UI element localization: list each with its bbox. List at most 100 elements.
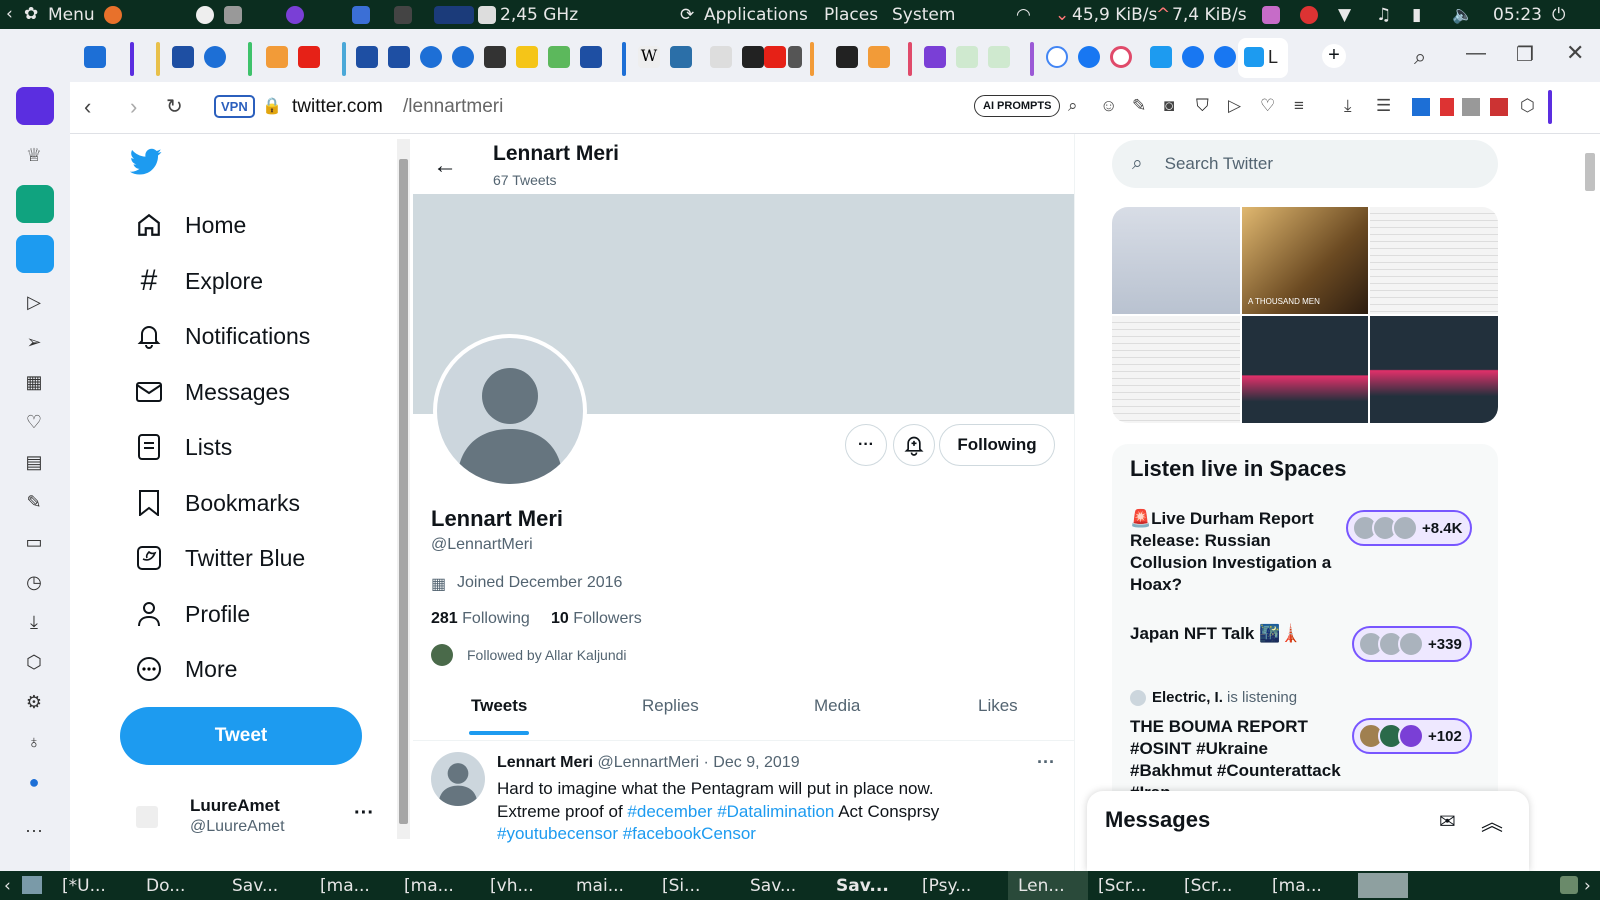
firefox-icon[interactable] bbox=[104, 6, 122, 24]
terminal-icon[interactable] bbox=[394, 6, 412, 24]
space-listeners-2[interactable]: +339 bbox=[1352, 626, 1472, 662]
new-tab-button[interactable]: + bbox=[1322, 44, 1346, 68]
tweet-button[interactable]: Tweet bbox=[120, 707, 362, 765]
tweet-more-icon[interactable]: ··· bbox=[1037, 752, 1055, 773]
profile-avatar[interactable] bbox=[433, 334, 587, 488]
taskbar-item-active[interactable]: Len... bbox=[1018, 876, 1065, 896]
twitter-logo-icon[interactable] bbox=[129, 148, 162, 181]
send-icon[interactable]: ➢ bbox=[23, 331, 45, 353]
sidebar-more-icon[interactable]: ··· bbox=[23, 819, 45, 841]
clock[interactable]: 05:23 bbox=[1493, 5, 1542, 25]
tab-favicon-8[interactable] bbox=[452, 46, 474, 68]
mail-tab-icon[interactable] bbox=[924, 46, 946, 68]
hashtag-link[interactable]: #youtubecensor bbox=[497, 824, 618, 843]
camera-icon[interactable]: ◙ bbox=[1164, 96, 1174, 116]
tab-favicon-15[interactable] bbox=[956, 46, 978, 68]
page-scrollbar[interactable] bbox=[1582, 139, 1598, 849]
account-name[interactable]: LuureAmet bbox=[190, 796, 280, 816]
archive-tab-icon[interactable] bbox=[742, 46, 764, 68]
inkscape-icon[interactable] bbox=[196, 6, 214, 24]
media-thumb-5[interactable] bbox=[1242, 316, 1368, 423]
news-icon[interactable]: ▤ bbox=[23, 451, 45, 473]
chat-bubble-icon[interactable]: ● bbox=[23, 771, 45, 793]
battery-icon[interactable]: ▮ bbox=[1412, 5, 1421, 25]
crown-icon[interactable]: ♕ bbox=[23, 144, 45, 166]
workspace-icon[interactable] bbox=[16, 87, 54, 125]
media-thumb-3[interactable] bbox=[1370, 207, 1498, 314]
account-menu-icon[interactable]: ··· bbox=[354, 802, 374, 825]
tab-favicon-17[interactable] bbox=[1110, 46, 1132, 68]
taskbar-right-arrow-icon[interactable]: › bbox=[1584, 876, 1591, 896]
easy-setup-icon[interactable]: ☰ bbox=[1376, 96, 1391, 116]
tabs-icon[interactable]: ▭ bbox=[23, 531, 45, 553]
shield-icon[interactable]: ⛉ bbox=[1196, 96, 1209, 116]
tab-favicon-12[interactable] bbox=[580, 46, 602, 68]
settings-icon[interactable]: ⚙ bbox=[23, 691, 45, 713]
back-button[interactable]: ‹ bbox=[84, 94, 91, 120]
applications-menu[interactable]: Applications bbox=[704, 5, 808, 25]
taskbar-item[interactable]: [ma... bbox=[404, 876, 454, 896]
hashtag-link[interactable]: #december bbox=[627, 802, 712, 821]
player-toggle-icon[interactable]: ≡ bbox=[1294, 96, 1304, 116]
emoji-icon[interactable]: ☺ bbox=[1100, 96, 1117, 116]
workspace-switcher[interactable] bbox=[1358, 873, 1408, 898]
heart-icon[interactable]: ♡ bbox=[23, 411, 45, 433]
listener-name[interactable]: Electric, I. bbox=[1152, 689, 1223, 706]
back-arrow-icon[interactable]: ← bbox=[433, 152, 457, 180]
tab-favicon-1[interactable] bbox=[84, 46, 106, 68]
account-avatar[interactable] bbox=[136, 806, 158, 828]
account-handle[interactable]: @LuureAmet bbox=[190, 818, 285, 836]
taskbar-item[interactable]: [Scr... bbox=[1184, 876, 1232, 896]
left-scrollbar[interactable] bbox=[397, 139, 410, 839]
hashtag-link[interactable]: #facebookCensor bbox=[623, 824, 756, 843]
nav-explore[interactable]: # Explore bbox=[135, 256, 263, 306]
tab-favicon-16[interactable] bbox=[988, 46, 1010, 68]
indicator-icon[interactable] bbox=[1262, 6, 1280, 24]
tweet-meta[interactable]: @LennartMeri · Dec 9, 2019 bbox=[597, 754, 799, 771]
twitter-tab-icon[interactable] bbox=[1150, 46, 1172, 68]
facebook-tab-icon[interactable] bbox=[1214, 46, 1236, 68]
player-icon[interactable]: ▷ bbox=[23, 291, 45, 313]
power-icon[interactable]: ⏻ bbox=[1552, 5, 1565, 25]
wikipedia-tab-icon[interactable]: W bbox=[638, 46, 660, 68]
tab-favicon-10[interactable] bbox=[516, 46, 538, 68]
profile-more-button[interactable]: ··· bbox=[845, 424, 887, 466]
speaker-tab-icon[interactable] bbox=[788, 46, 802, 68]
wifi-icon[interactable]: ◠ bbox=[1016, 5, 1031, 25]
taskbar-item[interactable]: Sav... bbox=[836, 876, 889, 896]
nav-messages[interactable]: Messages bbox=[135, 367, 290, 417]
vpn-badge[interactable]: VPN bbox=[214, 95, 255, 118]
nav-more[interactable]: More bbox=[135, 644, 237, 694]
menu-logo-icon[interactable]: ✿ bbox=[24, 4, 38, 24]
active-tab[interactable]: L bbox=[1238, 38, 1288, 78]
taskbar-item[interactable]: [ma... bbox=[1272, 876, 1322, 896]
history-icon[interactable]: ◷ bbox=[23, 571, 45, 593]
hashtag-link[interactable]: #Datalimination bbox=[717, 802, 834, 821]
taskbar-item[interactable]: [Si... bbox=[662, 876, 700, 896]
extensions-puzzle-icon[interactable] bbox=[1462, 98, 1480, 116]
taskbar-item[interactable]: [vh... bbox=[490, 876, 534, 896]
tab-search-icon[interactable]: ⌕ bbox=[1414, 44, 1426, 70]
close-window-button[interactable]: ✕ bbox=[1566, 40, 1584, 66]
notify-bell-button[interactable] bbox=[893, 424, 935, 466]
space-listeners-3[interactable]: +102 bbox=[1352, 718, 1472, 754]
search-box[interactable]: ⌕ Search Twitter bbox=[1112, 140, 1498, 188]
taskbar-item[interactable]: mai... bbox=[576, 876, 624, 896]
followers-stat[interactable]: 10 Followers bbox=[551, 610, 642, 628]
taskbar-item[interactable]: [Scr... bbox=[1098, 876, 1146, 896]
media-thumb-1[interactable] bbox=[1112, 207, 1240, 314]
nav-twitter-blue[interactable]: Twitter Blue bbox=[135, 533, 305, 583]
downloads-icon[interactable]: ⤓ bbox=[23, 611, 45, 633]
ai-prompts-button[interactable]: AI PROMPTS bbox=[974, 95, 1061, 117]
vpn-shield-icon[interactable]: ▼ bbox=[1338, 5, 1351, 25]
url-path[interactable]: /lennartmeri bbox=[403, 96, 503, 118]
places-menu[interactable]: Places bbox=[824, 5, 878, 25]
lock-icon[interactable]: 🔒 bbox=[262, 96, 282, 116]
tab-tweets[interactable]: Tweets bbox=[471, 696, 527, 716]
tab-media[interactable]: Media bbox=[814, 696, 860, 716]
tweet-author[interactable]: Lennart Meri bbox=[497, 754, 593, 771]
restore-button[interactable]: ❐ bbox=[1516, 42, 1534, 67]
twitter-sidebar-icon[interactable] bbox=[16, 235, 54, 273]
send-page-icon[interactable]: ▷ bbox=[1228, 96, 1241, 116]
tab-favicon-11[interactable] bbox=[548, 46, 570, 68]
